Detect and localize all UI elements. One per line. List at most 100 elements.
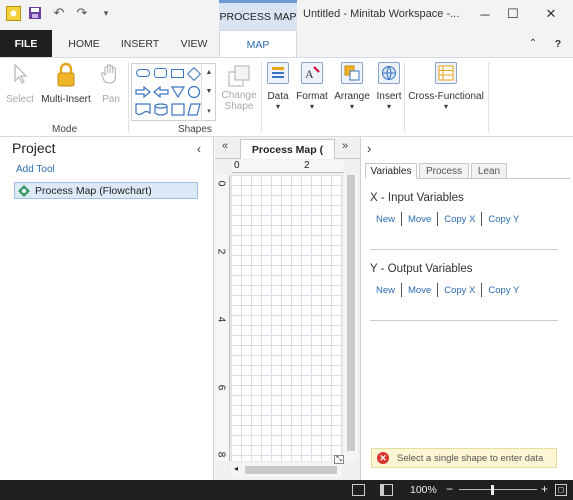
- arrange-button[interactable]: Arrange ▾: [332, 62, 372, 111]
- normal-view-icon[interactable]: [352, 484, 365, 496]
- project-item-label: Process Map (Flowchart): [35, 184, 152, 197]
- fit-page-icon[interactable]: ⤡: [334, 455, 344, 464]
- process-map-icon: [18, 184, 30, 197]
- data-pane-tabs: Variables Process Lean: [365, 163, 570, 179]
- horizontal-scrollbar[interactable]: ◂: [231, 463, 342, 477]
- process-shape-icon[interactable]: [171, 69, 184, 78]
- box-shape-icon[interactable]: [171, 103, 185, 116]
- undo-icon[interactable]: ↶: [51, 5, 67, 21]
- circle-shape-icon[interactable]: [187, 85, 201, 99]
- error-icon: ✕: [377, 452, 389, 464]
- gallery-more-icon[interactable]: ▾: [207, 107, 211, 115]
- change-shape-label-1: Change: [221, 90, 257, 101]
- tab-home[interactable]: HOME: [62, 30, 106, 57]
- arrow-right-icon[interactable]: [135, 86, 151, 98]
- terminator-shape-icon[interactable]: [136, 69, 150, 77]
- move-input-button[interactable]: Move: [402, 214, 437, 225]
- tab-view[interactable]: VIEW: [172, 30, 216, 57]
- cross-functional-button[interactable]: Cross-Functional ▾: [407, 62, 485, 111]
- change-shape-label-2: Shape: [224, 101, 254, 112]
- new-input-button[interactable]: New: [370, 214, 401, 225]
- new-output-button[interactable]: New: [370, 285, 401, 296]
- project-title: Project: [12, 140, 56, 156]
- triangle-shape-icon[interactable]: [171, 86, 185, 98]
- minimize-icon[interactable]: ─: [474, 4, 496, 24]
- pan-button[interactable]: Pan: [96, 62, 126, 105]
- collapse-ribbon-icon[interactable]: ⌃: [526, 30, 540, 57]
- split-view-icon[interactable]: [380, 484, 393, 496]
- tab-process-map[interactable]: Process Map (: [240, 139, 335, 159]
- ruler-label: 8: [215, 451, 227, 458]
- add-tool-link[interactable]: Add Tool: [16, 164, 55, 175]
- maximize-icon[interactable]: ☐: [502, 4, 524, 24]
- select-button[interactable]: Select: [6, 62, 34, 105]
- project-item-process-map[interactable]: Process Map (Flowchart): [14, 182, 198, 199]
- ribbon-tabs: FILE HOME INSERT VIEW MAP ⌃ ?: [0, 30, 573, 58]
- tab-lean[interactable]: Lean: [471, 163, 507, 179]
- gallery-up-icon[interactable]: ▲: [206, 69, 213, 76]
- scroll-left-icon[interactable]: ◂: [234, 464, 238, 473]
- copy-y-output-button[interactable]: Copy Y: [482, 285, 525, 296]
- data-button[interactable]: Data ▾: [264, 62, 292, 111]
- ribbon-separator: [128, 62, 129, 132]
- document-shape-icon[interactable]: [135, 103, 151, 116]
- pan-label: Pan: [102, 94, 120, 105]
- multi-insert-button[interactable]: Multi-Insert: [38, 62, 94, 105]
- expand-pane-icon[interactable]: ›: [367, 141, 371, 156]
- close-icon[interactable]: ✕: [540, 4, 562, 24]
- map-canvas[interactable]: [231, 175, 342, 461]
- gallery-scroll[interactable]: ▲ ▼ ▾: [201, 63, 216, 121]
- mode-group-label: Mode: [52, 124, 78, 135]
- octagon-shape-icon[interactable]: [154, 68, 167, 78]
- help-icon[interactable]: ?: [551, 30, 565, 57]
- insert-button[interactable]: Insert ▾: [374, 62, 404, 111]
- status-message: ✕ Select a single shape to enter data: [371, 448, 557, 468]
- cylinder-shape-icon[interactable]: [153, 103, 169, 116]
- zoom-in-icon[interactable]: +: [541, 482, 548, 496]
- data-icon: [267, 62, 289, 84]
- lock-icon: [57, 62, 75, 87]
- zoom-slider-thumb[interactable]: [491, 485, 494, 495]
- collapse-pane-icon[interactable]: ‹: [197, 142, 201, 156]
- map-tabs: « Process Map ( »: [215, 137, 360, 159]
- change-shape-button[interactable]: Change Shape: [220, 64, 258, 112]
- tab-map[interactable]: MAP: [219, 30, 297, 58]
- output-variables-title: Y - Output Variables: [370, 263, 473, 275]
- decision-shape-icon[interactable]: [186, 66, 202, 82]
- fit-to-window-icon[interactable]: ◻: [555, 484, 567, 496]
- parallelogram-shape-icon[interactable]: [187, 103, 201, 116]
- copy-x-input-button[interactable]: Copy X: [438, 214, 481, 225]
- swimlane-icon: [435, 62, 457, 84]
- ruler-label: 0: [215, 180, 227, 187]
- copy-y-input-button[interactable]: Copy Y: [482, 214, 525, 225]
- project-pane: Project ‹ Add Tool Process Map (Flowchar…: [0, 137, 214, 480]
- vertical-scrollbar[interactable]: [344, 175, 358, 461]
- tab-file[interactable]: FILE: [0, 30, 52, 57]
- cross-functional-label: Cross-Functional: [408, 91, 484, 102]
- tab-insert[interactable]: INSERT: [118, 30, 162, 57]
- tab-variables[interactable]: Variables: [365, 163, 417, 179]
- scroll-tabs-left-icon[interactable]: «: [222, 140, 228, 152]
- window-title: Untitled - Minitab Workspace -...: [303, 8, 460, 20]
- dropdown-caret-icon: ▾: [443, 102, 448, 111]
- save-icon[interactable]: [27, 5, 43, 21]
- move-output-button[interactable]: Move: [402, 285, 437, 296]
- scroll-thumb[interactable]: [347, 175, 355, 451]
- format-button[interactable]: A Format ▾: [294, 62, 330, 111]
- redo-icon[interactable]: ↷: [74, 5, 90, 21]
- zoom-slider[interactable]: [459, 489, 537, 490]
- gallery-down-icon[interactable]: ▼: [206, 88, 213, 95]
- ruler-label: 2: [215, 248, 227, 255]
- scroll-tabs-right-icon[interactable]: »: [342, 140, 348, 152]
- input-variables-title: X - Input Variables: [370, 192, 464, 204]
- tab-process[interactable]: Process: [419, 163, 469, 179]
- scroll-thumb[interactable]: [245, 466, 337, 474]
- section-divider: [370, 249, 558, 250]
- change-shape-icon: [228, 65, 250, 87]
- copy-x-output-button[interactable]: Copy X: [438, 285, 481, 296]
- arrow-left-icon[interactable]: [153, 86, 169, 98]
- customize-icon[interactable]: ▾: [98, 5, 114, 21]
- ruler-top: 0 2: [232, 160, 344, 173]
- zoom-out-icon[interactable]: −: [446, 482, 453, 496]
- dropdown-caret-icon: ▾: [309, 102, 314, 111]
